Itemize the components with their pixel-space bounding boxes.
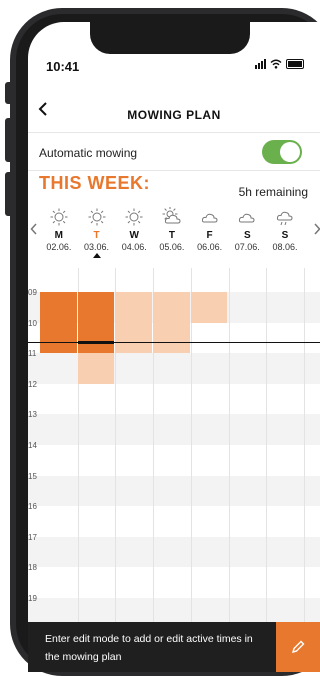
edit-hint-text: Enter edit mode to add or edit active ti…: [45, 633, 253, 663]
schedule-block-active[interactable]: [40, 292, 77, 354]
weather-icon-container: [191, 207, 229, 227]
cloud-icon: [239, 213, 255, 223]
sun-cloud-icon: [162, 207, 181, 224]
hour-label: 14: [28, 441, 37, 450]
schedule-block-planned[interactable]: [115, 292, 153, 354]
hour-label: 15: [28, 471, 37, 481]
status-time: 10:41: [46, 59, 80, 74]
day-date: 07.06.: [234, 242, 260, 252]
remaining-time: 5h remaining: [238, 185, 308, 199]
day-letter: W: [129, 230, 139, 241]
weather-icon-container: [153, 207, 191, 227]
chevron-right-icon: [314, 223, 320, 235]
hour-row: [28, 414, 320, 445]
hour-label: 18: [28, 563, 37, 573]
schedule-block-planned[interactable]: [153, 292, 190, 354]
automatic-mowing-toggle[interactable]: [262, 140, 302, 164]
day-date: 05.06.: [159, 242, 185, 252]
day-letter: M: [54, 230, 64, 241]
day-column-2[interactable]: W 04.06.: [115, 207, 153, 252]
day-date: 04.06.: [121, 242, 147, 252]
page-title: MOWING PLAN: [127, 108, 221, 122]
pencil-icon: [291, 640, 305, 654]
day-letter: T: [93, 230, 100, 241]
day-selector: M 02.06. T 03.06. W 04.06. T 05.06. F 06.06. S 07.0…: [40, 207, 314, 258]
weather-icon-container: [40, 207, 78, 227]
volume-up-button: [5, 118, 11, 162]
weather-icon-container: [228, 207, 266, 227]
mute-switch: [5, 82, 11, 104]
weather-icon-container: [115, 207, 153, 227]
weather-icon-container: [78, 207, 116, 227]
status-icons: [255, 59, 304, 69]
day-letter: S: [243, 230, 251, 241]
automatic-mowing-label: Automatic mowing: [39, 146, 138, 160]
hour-row: [28, 506, 320, 537]
cloud-icon: [201, 213, 218, 223]
next-week-button[interactable]: [313, 222, 320, 240]
hour-row: [28, 445, 320, 476]
day-column-5[interactable]: S 07.06.: [228, 207, 266, 252]
hour-label: 12: [28, 379, 37, 389]
day-date: 08.06.: [272, 242, 298, 252]
hour-label: 10: [28, 318, 37, 328]
column-divider: [303, 268, 305, 638]
hour-label: 13: [28, 410, 37, 420]
day-letter: S: [281, 230, 289, 241]
cloud-rain-icon: [276, 211, 293, 226]
day-date: 06.06.: [197, 242, 223, 252]
hour-label: 09: [28, 288, 37, 297]
schedule-grid[interactable]: 091011121314151617181920: [28, 268, 320, 638]
day-column-0[interactable]: M 02.06.: [40, 207, 78, 252]
day-column-4[interactable]: F 06.06.: [191, 207, 229, 252]
schedule-block-planned[interactable]: [190, 292, 228, 323]
header-divider: [28, 132, 320, 133]
day-letter: F: [206, 230, 213, 241]
hour-row: [28, 475, 320, 507]
hour-row: [28, 384, 320, 415]
hour-label: 17: [28, 532, 37, 542]
bottom-bar: Enter edit mode to add or edit active ti…: [28, 622, 320, 672]
previous-week-button[interactable]: [30, 222, 38, 240]
section-divider: [28, 170, 320, 171]
notch: [90, 22, 250, 54]
battery-icon: [286, 59, 304, 69]
signal-icon: [255, 59, 266, 69]
wifi-icon: [270, 59, 282, 69]
hour-row: [28, 353, 320, 384]
schedule-block-planned[interactable]: [77, 353, 115, 384]
day-column-6[interactable]: S 08.06.: [266, 207, 304, 252]
current-time-line: [28, 342, 320, 344]
sun-icon: [50, 208, 68, 226]
hour-row: [28, 536, 320, 568]
column-divider: [266, 268, 268, 638]
week-title: THIS WEEK:: [39, 173, 150, 193]
column-divider: [190, 268, 192, 638]
sun-icon: [125, 208, 143, 226]
hour-label: 16: [28, 502, 37, 512]
app-screen: 10:41 MOWING PLAN Automatic mowing THIS …: [28, 22, 320, 672]
hour-label: 11: [28, 349, 37, 359]
chevron-left-icon: [30, 223, 37, 235]
column-divider: [228, 268, 230, 638]
day-column-1[interactable]: T 03.06.: [78, 207, 116, 258]
hour-label: 19: [28, 594, 37, 603]
day-column-3[interactable]: T 05.06.: [153, 207, 191, 252]
day-date: 02.06.: [46, 242, 72, 252]
day-letter: T: [168, 230, 175, 241]
hour-row: [28, 567, 320, 598]
edit-button[interactable]: [276, 622, 320, 672]
current-time-marker: [77, 341, 115, 345]
sun-icon: [88, 208, 106, 226]
weather-icon-container: [266, 207, 304, 227]
day-date: 03.06.: [84, 242, 110, 252]
volume-down-button: [5, 172, 11, 216]
